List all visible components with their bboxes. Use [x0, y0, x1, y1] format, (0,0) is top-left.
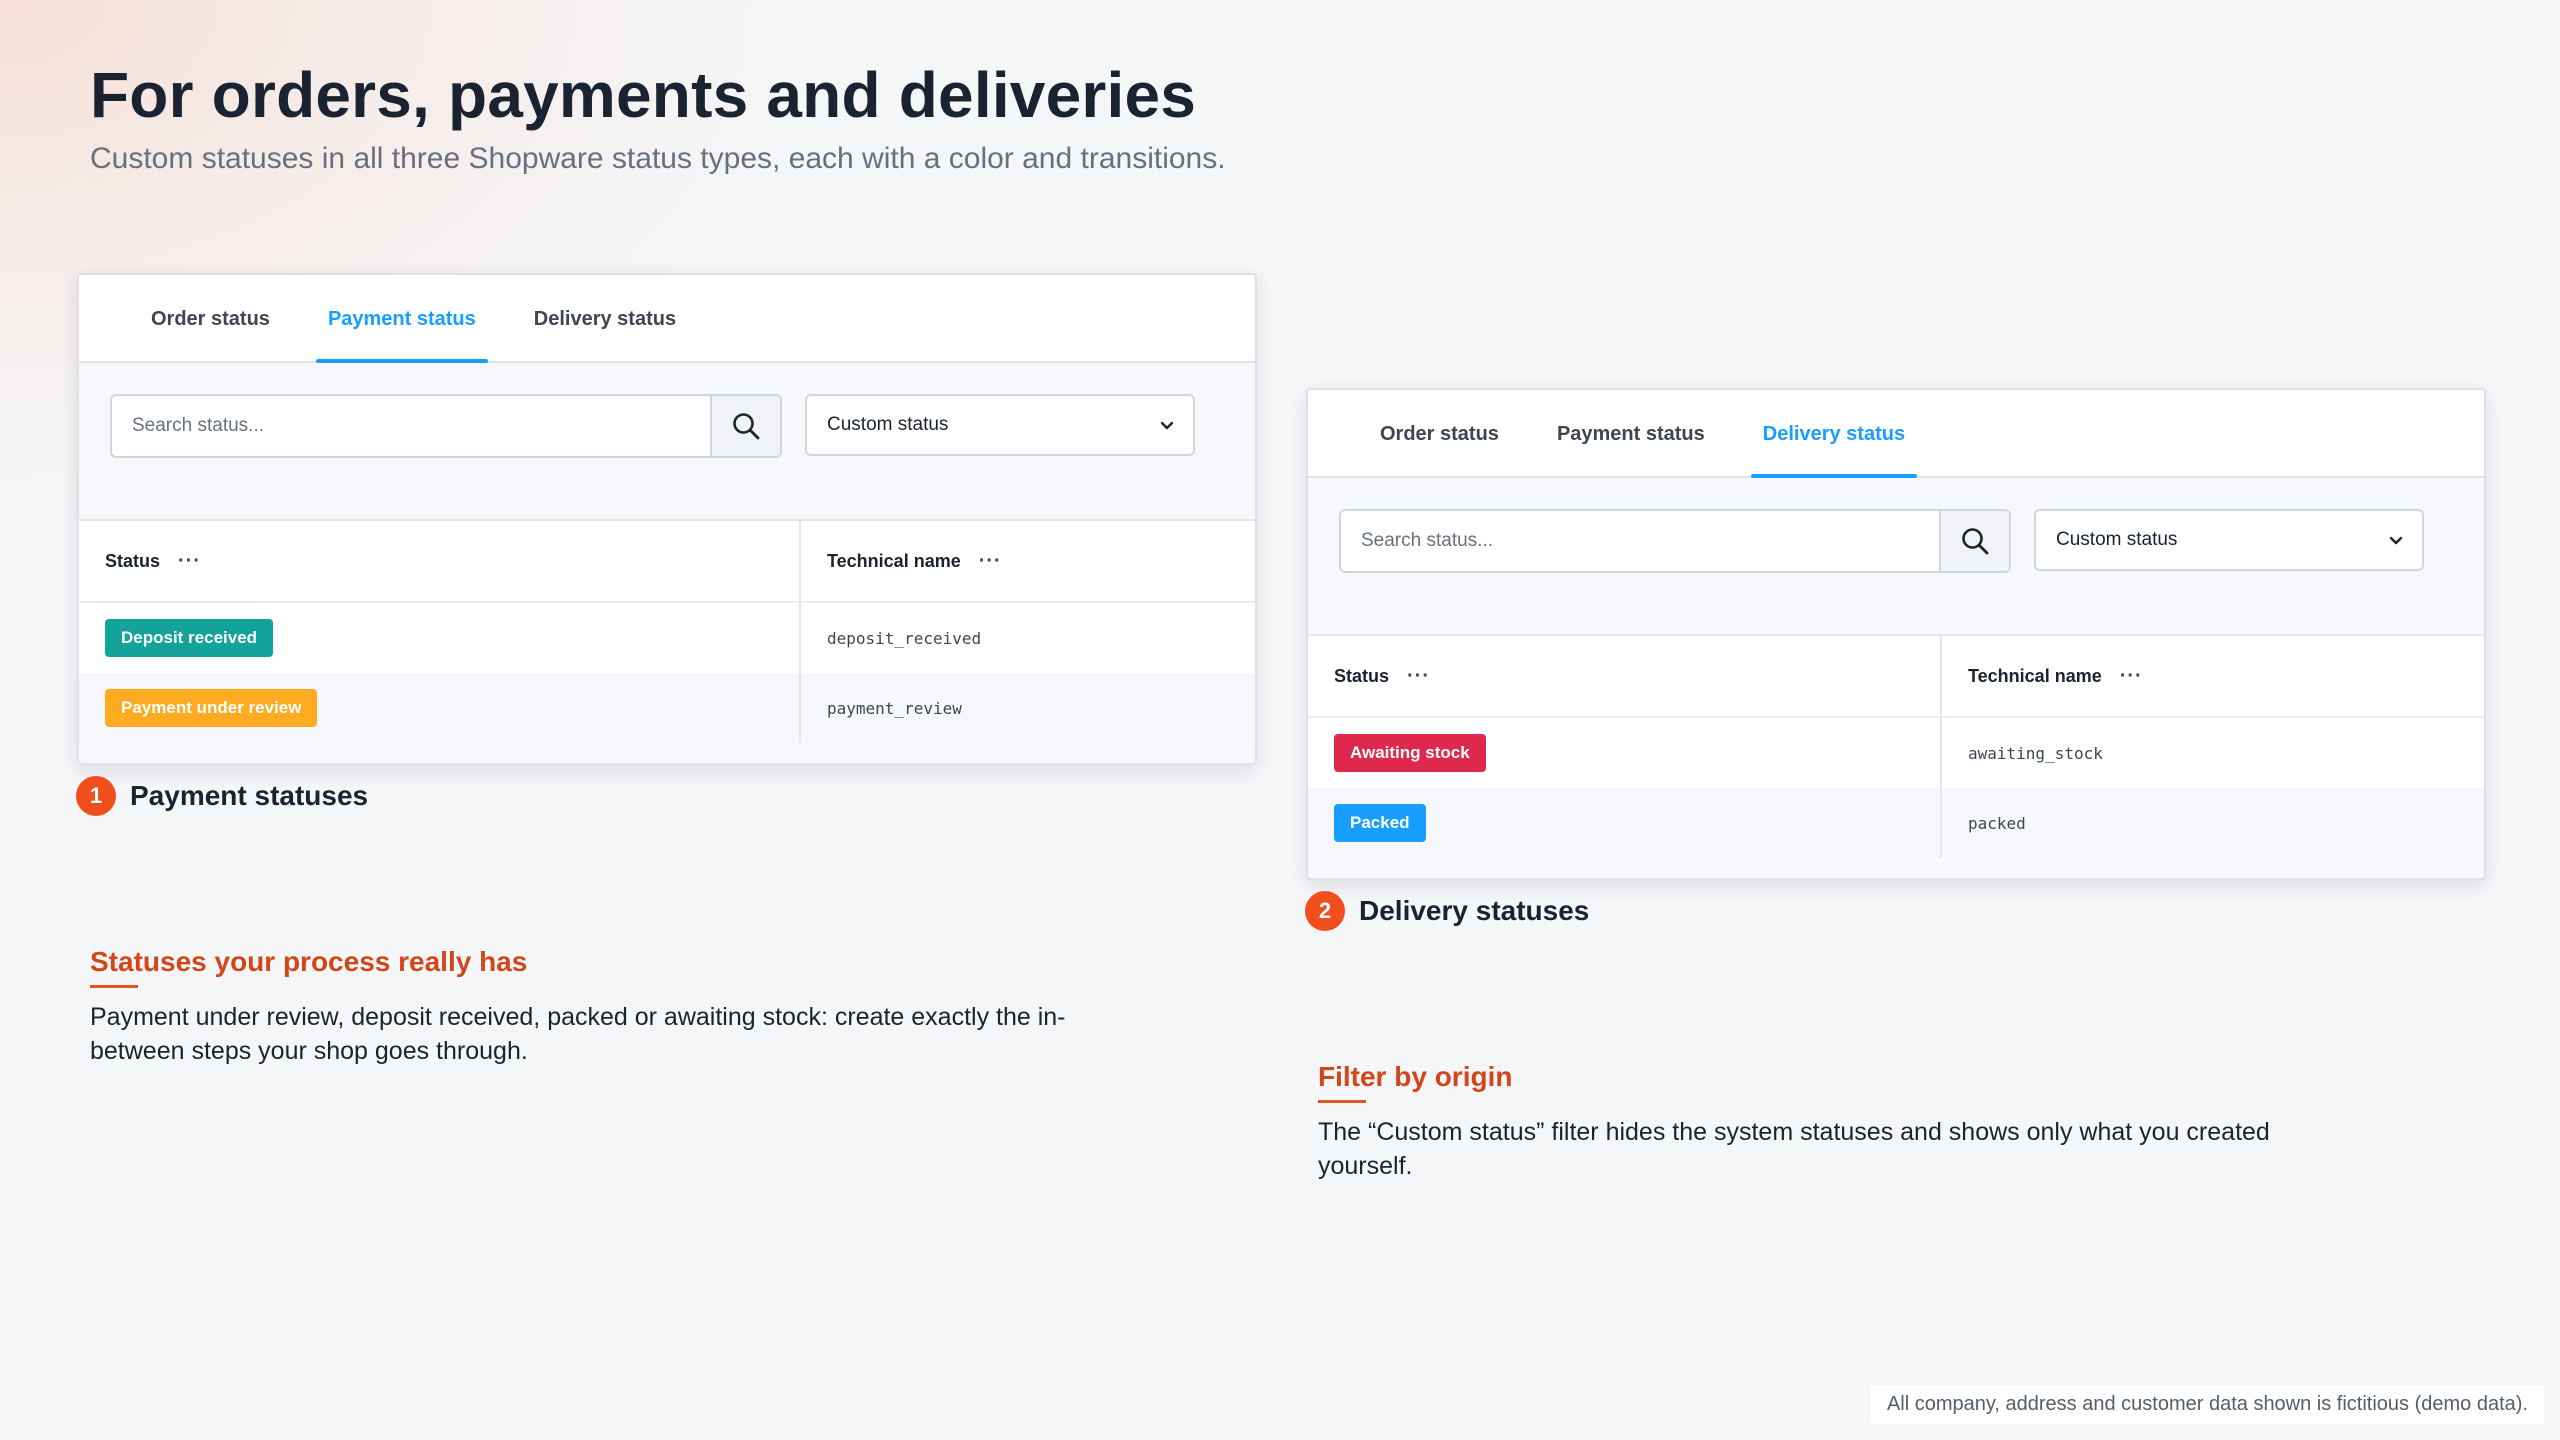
- column-label: Status: [105, 550, 161, 571]
- column-label: Technical name: [1968, 665, 2102, 686]
- chevron-down-icon: [1160, 421, 1174, 430]
- origin-filter-select[interactable]: Custom status: [2034, 509, 2424, 571]
- filter-toolbar: Custom status: [1308, 478, 2484, 634]
- more-dots-icon[interactable]: ···: [178, 550, 201, 573]
- search-icon: [733, 413, 760, 440]
- technical-name: awaiting_stock: [1968, 743, 2103, 763]
- delivery-status-panel: Order status Payment status Delivery sta…: [1306, 388, 2486, 880]
- origin-filter-select[interactable]: Custom status: [805, 394, 1195, 456]
- caption-text: Payment statuses: [130, 780, 369, 811]
- demo-data-disclaimer: All company, address and customer data s…: [1870, 1385, 2544, 1424]
- feature-text: The “Custom status” filter hides the sys…: [1318, 1118, 2270, 1180]
- status-type-tabs: Order status Payment status Delivery sta…: [79, 275, 1255, 363]
- column-label: Technical name: [827, 550, 961, 571]
- column-header-status: Status ···: [1308, 636, 1942, 716]
- status-table: Status ··· Technical name ··· Awaiting s…: [1308, 634, 2484, 858]
- step-number-badge: 1: [76, 776, 116, 816]
- status-cell: Packed: [1308, 788, 1942, 858]
- technical-name: deposit_received: [827, 628, 982, 648]
- page-subtitle: Custom statuses in all three Shopware st…: [90, 142, 1226, 175]
- search-input[interactable]: [112, 396, 710, 456]
- step-number-badge: 2: [1305, 891, 1345, 931]
- search-field: [110, 394, 782, 458]
- status-table: Status ··· Technical name ··· Deposit re…: [79, 519, 1255, 743]
- status-cell: Deposit received: [79, 603, 801, 673]
- tab-order-status[interactable]: Order status: [139, 275, 282, 361]
- search-field: [1339, 509, 2011, 573]
- column-header-technical-name: Technical name ···: [801, 521, 1255, 601]
- feature-title: Filter by origin: [1318, 1061, 1512, 1103]
- payment-status-panel: Order status Payment status Delivery sta…: [77, 273, 1257, 765]
- more-dots-icon[interactable]: ···: [979, 550, 1002, 573]
- table-header: Status ··· Technical name ···: [1308, 636, 2484, 718]
- column-header-status: Status ···: [79, 521, 801, 601]
- search-icon: [1962, 528, 1989, 555]
- status-cell: Payment under review: [79, 673, 801, 743]
- tab-payment-status[interactable]: Payment status: [315, 275, 488, 363]
- technical-name-cell: packed: [1942, 788, 2484, 858]
- tab-delivery-status[interactable]: Delivery status: [522, 275, 688, 361]
- status-badge: Deposit received: [105, 619, 274, 657]
- status-badge: Packed: [1334, 804, 1426, 842]
- status-type-tabs: Order status Payment status Delivery sta…: [1308, 390, 2484, 478]
- table-header: Status ··· Technical name ···: [79, 521, 1255, 603]
- column-label: Status: [1334, 665, 1390, 686]
- table-row[interactable]: Payment under review payment_review: [79, 673, 1255, 743]
- page-title: For orders, payments and deliveries: [90, 59, 1197, 131]
- select-value: Custom status: [2056, 529, 2178, 550]
- status-badge: Payment under review: [105, 689, 318, 727]
- technical-name-cell: awaiting_stock: [1942, 718, 2484, 788]
- feature-block-process-statuses: Statuses your process really has Payment…: [90, 946, 1110, 1068]
- status-cell: Awaiting stock: [1308, 718, 1942, 788]
- technical-name-cell: payment_review: [801, 673, 1255, 743]
- technical-name: packed: [1968, 813, 2026, 833]
- feature-title: Statuses your process really has: [90, 946, 527, 988]
- feature-text: Payment under review, deposit received, …: [90, 1003, 1066, 1065]
- caption-text: Delivery statuses: [1359, 895, 1590, 926]
- search-input[interactable]: [1341, 511, 1939, 571]
- chevron-down-icon: [2389, 536, 2403, 545]
- table-row[interactable]: Deposit received deposit_received: [79, 603, 1255, 673]
- select-value: Custom status: [827, 414, 949, 435]
- feature-block-filter-origin: Filter by origin The “Custom status” fil…: [1318, 1061, 2358, 1183]
- more-dots-icon[interactable]: ···: [2120, 665, 2143, 688]
- table-row[interactable]: Packed packed: [1308, 788, 2484, 858]
- tab-payment-status[interactable]: Payment status: [1545, 390, 1717, 476]
- filter-toolbar: Custom status: [79, 363, 1255, 519]
- search-button[interactable]: [710, 396, 780, 456]
- tab-delivery-status[interactable]: Delivery status: [1750, 390, 1918, 478]
- panel-caption-payment: 1 Payment statuses: [76, 776, 368, 816]
- search-button[interactable]: [1939, 511, 2009, 571]
- panel-caption-delivery: 2 Delivery statuses: [1305, 891, 1589, 931]
- tab-order-status[interactable]: Order status: [1368, 390, 1511, 476]
- more-dots-icon[interactable]: ···: [1407, 665, 1430, 688]
- table-row[interactable]: Awaiting stock awaiting_stock: [1308, 718, 2484, 788]
- technical-name: payment_review: [827, 698, 962, 718]
- column-header-technical-name: Technical name ···: [1942, 636, 2484, 716]
- technical-name-cell: deposit_received: [801, 603, 1255, 673]
- status-badge: Awaiting stock: [1334, 734, 1486, 772]
